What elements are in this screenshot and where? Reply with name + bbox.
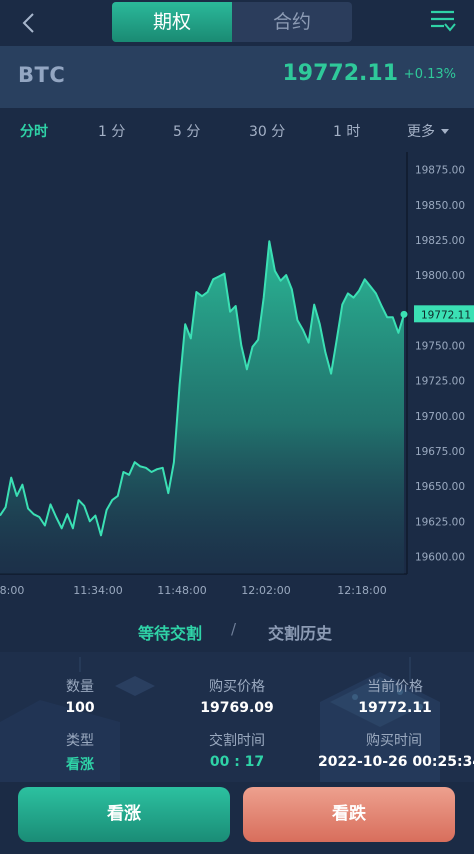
top-bar: 期权 合约 — [0, 0, 474, 46]
y-tick-label: 19725.00 — [415, 376, 465, 388]
field-delivery-time-value: 00 : 17 — [209, 754, 265, 770]
x-tick-label: 12:02:00 — [241, 584, 290, 597]
interval-1h[interactable]: 1 时 — [333, 121, 360, 141]
tab-separator: / — [231, 620, 237, 638]
field-quantity-label: 数量 — [66, 679, 94, 695]
x-tick-label: 11:48:00 — [157, 584, 206, 597]
interval-30m[interactable]: 30 分 — [249, 121, 285, 141]
x-tick-label: 12:18:00 — [337, 584, 386, 597]
tab-delivery-history[interactable]: 交割历史 — [268, 620, 332, 644]
field-quantity: 数量 100 — [45, 676, 115, 716]
y-tick-label: 19700.00 — [415, 411, 465, 423]
field-current-price: 当前价格 19772.11 — [345, 676, 445, 716]
tab-contract[interactable]: 合约 — [232, 2, 352, 42]
action-bar: 看涨 看跌 — [0, 782, 474, 854]
interval-1m[interactable]: 1 分 — [98, 121, 125, 141]
filter-menu-icon[interactable] — [430, 8, 456, 34]
y-tick-label: 19675.00 — [415, 446, 465, 458]
interval-5m[interactable]: 5 分 — [173, 121, 200, 141]
records-tabs: 等待交割 / 交割历史 — [0, 610, 474, 650]
interval-bar: 分时 1 分 5 分 30 分 1 时 更多 — [0, 108, 474, 152]
y-tick-label: 19850.00 — [415, 200, 465, 212]
field-type-label: 类型 — [66, 733, 94, 749]
caret-down-icon — [441, 129, 449, 134]
ticker-bar: BTC 19772.11 +0.13% — [0, 46, 474, 108]
field-buy-time-value: 2022-10-26 00:25:34 — [318, 754, 474, 770]
y-tick-label: 19875.00 — [415, 165, 465, 177]
buy-up-button[interactable]: 看涨 — [18, 787, 230, 842]
product-switch: 期权 合约 — [112, 2, 352, 42]
y-tick-label: 19600.00 — [415, 551, 465, 563]
x-tick-label: 8:00 — [0, 584, 24, 597]
order-panel: 数量 100 购买价格 19769.09 当前价格 19772.11 类型 看涨… — [0, 652, 474, 782]
tab-pending-delivery[interactable]: 等待交割 — [138, 620, 202, 644]
field-current-price-value: 19772.11 — [358, 700, 432, 716]
y-tick-label: 19750.00 — [415, 340, 465, 352]
field-buy-price: 购买价格 19769.09 — [187, 676, 287, 716]
field-quantity-value: 100 — [65, 700, 95, 716]
symbol-name: BTC — [18, 63, 66, 87]
field-buy-price-label: 购买价格 — [209, 679, 265, 695]
y-tick-label: 19825.00 — [415, 235, 465, 247]
field-current-price-label: 当前价格 — [367, 679, 423, 695]
field-buy-time-label: 购买时间 — [366, 733, 422, 749]
back-arrow-icon[interactable] — [18, 11, 42, 35]
current-price-tag-label: 19772.11 — [421, 309, 471, 321]
price-change: +0.13% — [403, 67, 456, 82]
interval-timeshare[interactable]: 分时 — [20, 121, 48, 141]
current-price-dot — [400, 310, 408, 318]
field-type: 类型 看涨 — [45, 730, 115, 774]
x-tick-label: 11:34:00 — [73, 584, 122, 597]
field-buy-price-value: 19769.09 — [200, 700, 274, 716]
field-delivery-time: 交割时间 00 : 17 — [187, 730, 287, 770]
buy-down-button[interactable]: 看跌 — [243, 787, 455, 842]
y-tick-label: 19800.00 — [415, 270, 465, 282]
current-price: 19772.11 — [282, 61, 398, 86]
y-tick-label: 19650.00 — [415, 481, 465, 493]
tab-options[interactable]: 期权 — [112, 2, 232, 42]
interval-more[interactable]: 更多 — [407, 121, 449, 141]
y-tick-label: 19625.00 — [415, 516, 465, 528]
field-type-value: 看涨 — [66, 757, 94, 773]
field-delivery-time-label: 交割时间 — [209, 733, 265, 749]
price-chart[interactable]: 19772.11 19875.00 19850.00 19825.00 19800.0… — [0, 152, 474, 602]
field-buy-time: 购买时间 2022-10-26 00:25:34 — [318, 730, 474, 770]
interval-more-label: 更多 — [407, 124, 435, 140]
